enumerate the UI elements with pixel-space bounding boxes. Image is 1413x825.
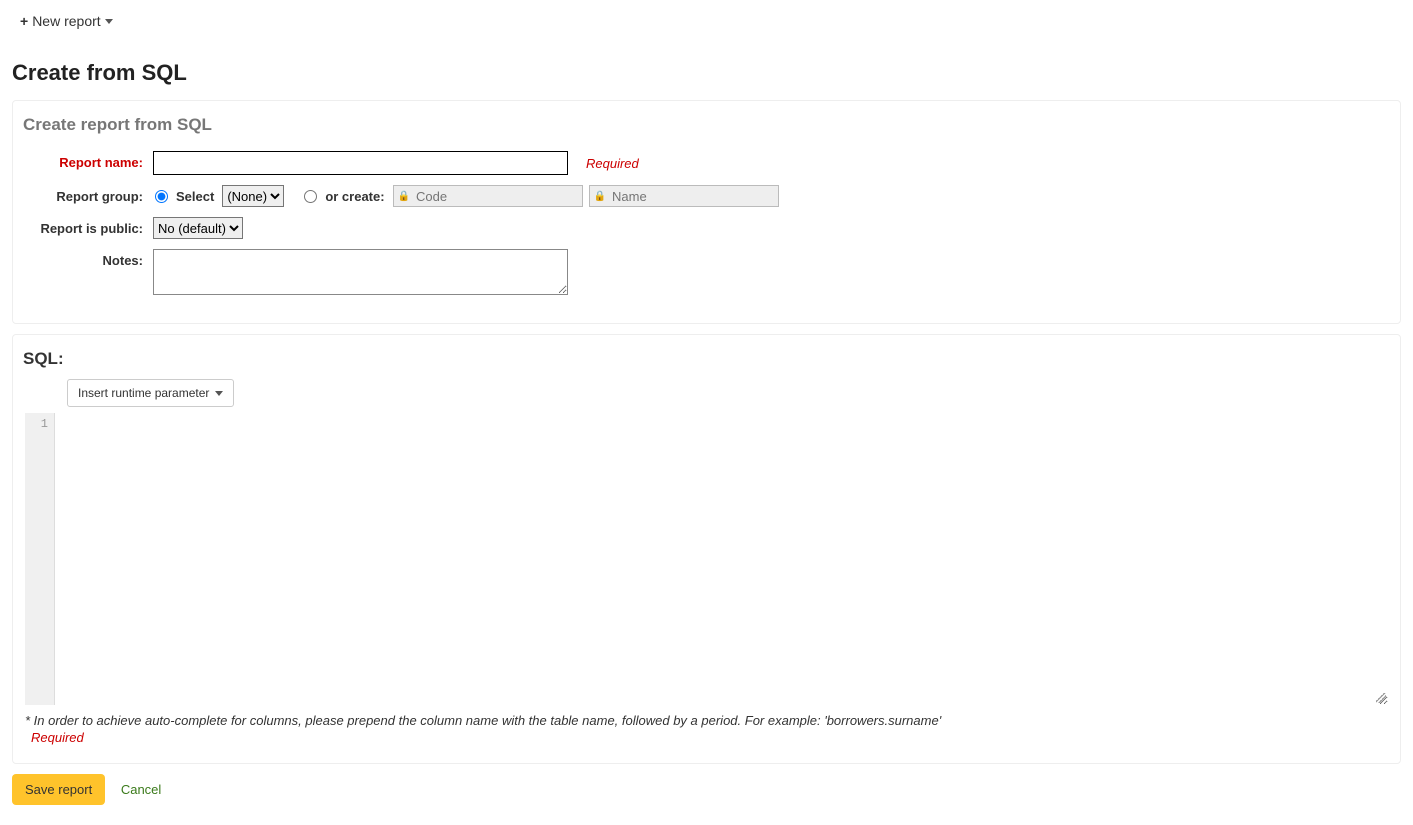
- label-notes: Notes:: [23, 249, 153, 268]
- save-button[interactable]: Save report: [12, 774, 105, 805]
- report-public-select[interactable]: No (default): [153, 217, 243, 239]
- new-report-button[interactable]: + New report: [12, 8, 121, 34]
- row-report-name: Report name: Required: [23, 151, 1390, 175]
- group-name-field: 🔒: [589, 185, 779, 207]
- sql-panel: SQL: Insert runtime parameter 1 * In ord…: [12, 334, 1401, 764]
- caret-down-icon: [215, 391, 223, 396]
- report-name-input[interactable]: [153, 151, 568, 175]
- group-create-radio[interactable]: [304, 190, 317, 203]
- group-code-input: [414, 188, 582, 205]
- row-report-group: Report group: Select (None) or create: 🔒…: [23, 185, 1390, 207]
- sql-footnote: * In order to achieve auto-complete for …: [25, 713, 1388, 728]
- insert-runtime-parameter-button[interactable]: Insert runtime parameter: [67, 379, 234, 407]
- group-select-dropdown[interactable]: (None): [222, 185, 284, 207]
- form-panel-heading: Create report from SQL: [23, 115, 1390, 135]
- editor-gutter: 1: [25, 413, 55, 705]
- form-panel: Create report from SQL Report name: Requ…: [12, 100, 1401, 324]
- label-report-public: Report is public:: [23, 217, 153, 236]
- lock-icon: 🔒: [394, 191, 414, 202]
- sql-required-hint: Required: [31, 730, 1388, 745]
- label-report-group: Report group:: [23, 185, 153, 204]
- actions-bar: Save report Cancel: [12, 774, 1401, 805]
- new-report-label: New report: [32, 13, 100, 29]
- report-name-required-hint: Required: [586, 156, 639, 171]
- resize-handle-icon: [1376, 693, 1386, 703]
- sql-editor: 1: [25, 413, 1388, 705]
- group-name-input: [610, 188, 778, 205]
- toolbar: + New report: [0, 0, 1413, 42]
- caret-down-icon: [105, 19, 113, 24]
- cancel-link[interactable]: Cancel: [121, 782, 161, 797]
- sql-code-area[interactable]: [55, 413, 1388, 705]
- group-select-radio[interactable]: [155, 190, 168, 203]
- gutter-line-1: 1: [25, 417, 48, 431]
- lock-icon: 🔒: [590, 191, 610, 202]
- row-notes: Notes:: [23, 249, 1390, 295]
- page-title: Create from SQL: [12, 60, 1401, 86]
- group-code-field: 🔒: [393, 185, 583, 207]
- group-select-label: Select: [176, 189, 214, 204]
- group-create-label: or create:: [325, 189, 384, 204]
- insert-param-label: Insert runtime parameter: [78, 386, 209, 400]
- plus-icon: +: [20, 13, 28, 29]
- row-report-public: Report is public: No (default): [23, 217, 1390, 239]
- sql-panel-heading: SQL:: [23, 349, 1390, 369]
- label-report-name: Report name:: [23, 151, 153, 170]
- notes-textarea[interactable]: [153, 249, 568, 295]
